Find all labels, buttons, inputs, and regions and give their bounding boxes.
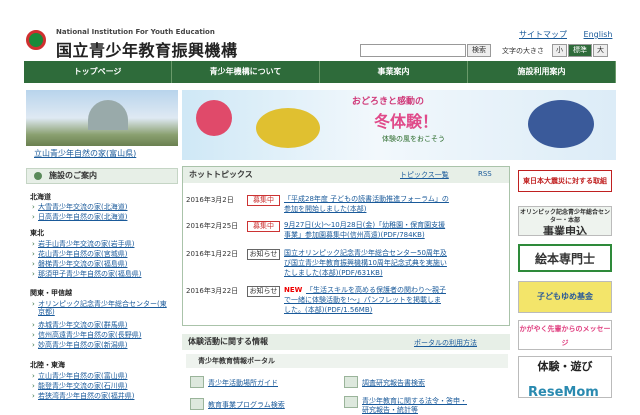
main-nav: トップページ 青少年機構について 事業案内 施設利用案内: [24, 61, 616, 83]
search-button[interactable]: 検索: [467, 44, 491, 57]
font-size-label: 文字の大きさ: [502, 47, 544, 55]
font-size-small-button[interactable]: 小: [552, 44, 567, 57]
font-size-normal-button[interactable]: 標準: [568, 44, 592, 57]
picture-book-banner[interactable]: 絵本専門士: [518, 244, 612, 272]
new-badge: NEW: [284, 286, 303, 294]
earthquake-banner[interactable]: 東日本大震災に対する取組: [518, 170, 612, 192]
dream-fund-banner[interactable]: 子どもゆめ基金: [518, 281, 612, 313]
topic-date: 2016年3月22日: [186, 287, 239, 295]
facility-link[interactable]: 信州高遠青少年自然の家(長野県): [30, 331, 178, 339]
program-icon: [190, 398, 204, 410]
topic-date: 2016年2月25日: [186, 222, 239, 230]
facility-link[interactable]: 磐梯青少年交流の家(福島県): [30, 260, 178, 268]
nav-about[interactable]: 青少年機構について: [172, 61, 320, 83]
facility-link[interactable]: 妙高青少年自然の家(新潟県): [30, 341, 178, 349]
font-size-large-button[interactable]: 大: [593, 44, 608, 57]
child-figure: [196, 100, 232, 136]
portal-usage-link[interactable]: ポータルの利用方法: [414, 338, 477, 348]
sled-figure: [528, 100, 594, 148]
topic-link[interactable]: 事業」参加園募集中(信州高遠)(PDF/784KB): [284, 231, 506, 240]
portal-link[interactable]: 教育事業プログラム検索: [208, 400, 285, 410]
nav-facility-guide[interactable]: 施設利用案内: [468, 61, 616, 83]
topic-link[interactable]: 「生活スキルを高める保護者の関わり～親子: [306, 286, 506, 295]
topic-link[interactable]: 「平成28年度 子どもの読書活動推進フォーラム」の: [284, 195, 506, 204]
region-label: 関東・甲信越: [30, 289, 72, 297]
nav-programs[interactable]: 事業案内: [320, 61, 468, 83]
portal-link[interactable]: 青少年活動場所ガイド: [208, 378, 278, 388]
watermark-logo: ReseMom: [528, 385, 599, 400]
nav-top[interactable]: トップページ: [24, 61, 172, 83]
topic-link[interactable]: で一緒に体験活動を!～」パンフレットを掲載しま: [284, 296, 506, 305]
registration-banner-org: オリンピック記念青少年総合センター・本部: [519, 209, 610, 224]
registration-banner-title: 事業申込: [543, 225, 587, 236]
snow-tube: [256, 108, 320, 148]
search-doc-icon: [344, 376, 358, 388]
status-badge: 募集中: [247, 221, 280, 232]
region-label: 北海道: [30, 193, 51, 201]
header-links: サイトマップ English: [505, 29, 612, 40]
topics-list-link[interactable]: トピックス一覧: [400, 170, 449, 180]
facility-link[interactable]: オリンピック記念青少年総合センター(東京都): [30, 300, 170, 316]
topic-date: 2016年3月2日: [186, 196, 234, 204]
sitemap-link[interactable]: サイトマップ: [519, 30, 567, 39]
bullet-icon: [34, 172, 42, 180]
portal-link[interactable]: 調査研究報告書検索: [362, 378, 425, 388]
senior-message-banner[interactable]: かがやく先輩からのメッセージ: [518, 320, 612, 350]
guide-icon: [190, 376, 204, 388]
status-badge: お知らせ: [247, 286, 280, 297]
banner-line1: おどろきと感動の: [352, 97, 425, 107]
sidebar-heading: 施設のご案内: [26, 168, 178, 184]
english-link[interactable]: English: [584, 30, 613, 39]
facility-link[interactable]: 那須甲子青少年自然の家(福島県): [30, 270, 178, 278]
region-label: 東北: [30, 229, 44, 237]
logo-icon[interactable]: [26, 30, 46, 50]
facility-link[interactable]: 赤城青少年交流の家(群馬県): [30, 321, 178, 329]
banner-line3: 体験の風をおこそう: [382, 135, 445, 143]
status-badge: 募集中: [247, 195, 280, 206]
facility-link[interactable]: 能登青少年交流の家(石川県): [30, 382, 178, 390]
facility-link[interactable]: 花山青少年自然の家(宮城県): [30, 250, 178, 258]
topic-link[interactable]: 9月27日(火)～10月28日(金)「幼稚園・保育園支援: [284, 221, 506, 230]
topic-link[interactable]: した。(本部)(PDF/1.56MB): [284, 306, 506, 315]
rss-link[interactable]: RSS: [478, 170, 492, 178]
statistics-icon: [344, 396, 358, 408]
facility-link[interactable]: 日高青少年自然の家(北海道): [30, 213, 178, 221]
facility-link[interactable]: 岩手山青少年交流の家(岩手県): [30, 240, 178, 248]
topic-link[interactable]: 国立オリンピック記念青少年総合センター50周年及: [284, 249, 506, 258]
facility-link[interactable]: 若狭湾青少年自然の家(福井県): [30, 392, 178, 400]
portal-heading: 青少年教育情報ポータル: [186, 354, 508, 368]
search-input[interactable]: [360, 44, 466, 57]
facility-link[interactable]: 立山青少年自然の家(富山県): [30, 372, 178, 380]
topics-heading: ホットトピックス: [183, 167, 509, 183]
banner-line2: 冬体験！: [374, 112, 439, 131]
facility-photo-caption[interactable]: 立山青少年自然の家(富山県): [34, 148, 136, 159]
logo-text-jp[interactable]: 国立青少年教育振興機構: [56, 37, 238, 61]
topic-link[interactable]: び国立青少年教育振興機構10周年記念式典を実施い: [284, 259, 506, 268]
logo-text-en: National Institution For Youth Education: [56, 28, 215, 36]
facility-link[interactable]: 大雪青少年交流の家(北海道): [30, 203, 178, 211]
region-label: 北陸・東海: [30, 361, 65, 369]
registration-banner[interactable]: オリンピック記念青少年総合センター・本部 事業申込: [518, 206, 612, 236]
topic-link[interactable]: たしました(本部)(PDF/631KB): [284, 269, 506, 278]
status-badge: お知らせ: [247, 249, 280, 260]
topic-date: 2016年1月22日: [186, 250, 239, 258]
topic-link[interactable]: 参加を開始しました(本部): [284, 205, 506, 214]
